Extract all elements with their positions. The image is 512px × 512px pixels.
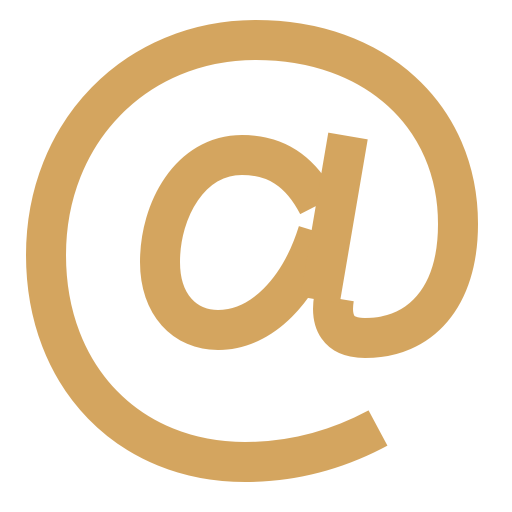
icon-canvas (0, 0, 512, 512)
at-sign-inner-bowl (140, 135, 338, 350)
at-sign-outer-ring (26, 20, 478, 482)
at-sign-stem (300, 132, 368, 304)
at-sign-icon (26, 20, 478, 482)
